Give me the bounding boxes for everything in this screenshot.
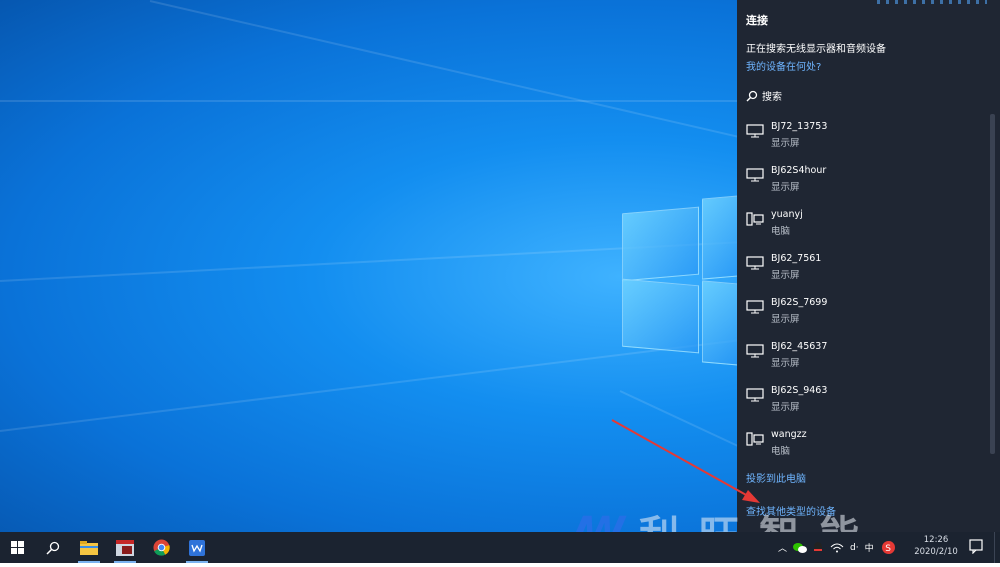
device-item[interactable]: BJ62S4hour 显示屏 bbox=[737, 160, 1000, 204]
monitor-icon bbox=[746, 256, 764, 270]
device-name: BJ62S_9463 bbox=[771, 385, 828, 396]
sogou-input-icon[interactable]: S bbox=[881, 541, 895, 554]
show-desktop-button[interactable] bbox=[994, 532, 999, 563]
device-item[interactable]: BJ62S_9463 显示屏 bbox=[737, 380, 1000, 424]
monitor-icon bbox=[746, 344, 764, 358]
connect-panel: 连接 正在搜索无线显示器和音频设备 我的设备在何处? 搜索 BJ72_13753… bbox=[737, 0, 1000, 532]
monitor-icon bbox=[746, 124, 764, 138]
wallpaper-light-beam bbox=[149, 0, 833, 160]
windows-logo-pane bbox=[622, 206, 699, 282]
start-button[interactable] bbox=[0, 532, 34, 563]
device-list: BJ72_13753 显示屏 BJ62S4hour 显示屏 yuanyj 电脑 … bbox=[737, 116, 1000, 468]
panel-title: 连接 bbox=[746, 14, 768, 27]
qq-icon[interactable] bbox=[812, 541, 824, 554]
svg-text:S: S bbox=[885, 544, 891, 554]
taskbar-clock[interactable]: 12:26 2020/2/10 bbox=[906, 534, 966, 558]
monitor-icon bbox=[746, 300, 764, 314]
document-app-icon bbox=[189, 539, 205, 556]
device-item[interactable]: wangzz 电脑 bbox=[737, 424, 1000, 468]
device-item[interactable]: BJ62_45637 显示屏 bbox=[737, 336, 1000, 380]
search-icon bbox=[746, 90, 758, 101]
taskbar-wps[interactable] bbox=[180, 532, 214, 563]
system-tray: ︿ d· 中 S bbox=[778, 532, 895, 563]
computer-icon bbox=[746, 212, 764, 226]
device-type: 电脑 bbox=[771, 226, 791, 237]
search-status-text: 正在搜索无线显示器和音频设备 bbox=[746, 44, 886, 55]
device-name: BJ62S_7699 bbox=[771, 297, 828, 308]
device-type: 显示屏 bbox=[771, 270, 800, 281]
device-item[interactable]: BJ72_13753 显示屏 bbox=[737, 116, 1000, 160]
device-type: 电脑 bbox=[771, 446, 791, 457]
device-type: 显示屏 bbox=[771, 314, 800, 325]
search-icon bbox=[46, 541, 60, 555]
chrome-icon bbox=[152, 539, 170, 556]
wallpaper-light-beam bbox=[0, 100, 760, 102]
device-name: BJ62_7561 bbox=[771, 253, 822, 264]
search-label: 搜索 bbox=[762, 92, 782, 103]
taskbar: ︿ d· 中 S 12:26 2020/2/10 bbox=[0, 532, 1000, 563]
device-name: yuanyj bbox=[771, 209, 803, 220]
windows-logo-pane bbox=[622, 278, 699, 354]
action-center-icon[interactable] bbox=[968, 538, 984, 554]
taskbar-file-explorer[interactable] bbox=[72, 532, 106, 563]
wifi-icon[interactable] bbox=[830, 543, 844, 553]
chevron-up-icon[interactable]: ︿ bbox=[778, 541, 787, 554]
device-item[interactable]: BJ62S_7699 显示屏 bbox=[737, 292, 1000, 336]
device-type: 显示屏 bbox=[771, 358, 800, 369]
windows-logo-pane bbox=[702, 280, 739, 366]
taskbar-search-button[interactable] bbox=[36, 532, 70, 563]
clock-date: 2020/2/10 bbox=[914, 547, 958, 557]
device-item[interactable]: BJ62_7561 显示屏 bbox=[737, 248, 1000, 292]
computer-icon bbox=[746, 432, 764, 446]
taskbar-chrome[interactable] bbox=[144, 532, 178, 563]
app-window-icon bbox=[116, 539, 134, 556]
wechat-icon[interactable] bbox=[793, 542, 808, 554]
project-to-this-pc-link[interactable]: 投影到此电脑 bbox=[746, 470, 806, 485]
volume-indicator[interactable]: d· bbox=[850, 543, 859, 553]
monitor-icon bbox=[746, 388, 764, 402]
windows-logo-pane bbox=[702, 195, 739, 280]
search-devices-row[interactable]: 搜索 bbox=[746, 88, 782, 103]
windows-start-icon bbox=[10, 541, 24, 554]
device-name: BJ62S4hour bbox=[771, 165, 827, 176]
device-type: 显示屏 bbox=[771, 138, 800, 149]
folder-icon bbox=[80, 540, 98, 555]
device-type: 显示屏 bbox=[771, 182, 800, 193]
device-name: BJ62_45637 bbox=[771, 341, 828, 352]
ime-indicator[interactable]: 中 bbox=[865, 541, 874, 554]
device-name: wangzz bbox=[771, 429, 807, 440]
clock-time: 12:26 bbox=[923, 535, 949, 545]
where-are-my-devices-link[interactable]: 我的设备在何处? bbox=[746, 58, 821, 73]
panel-progress-dots bbox=[877, 0, 987, 4]
monitor-icon bbox=[746, 168, 764, 182]
device-name: BJ72_13753 bbox=[771, 121, 828, 132]
device-item[interactable]: yuanyj 电脑 bbox=[737, 204, 1000, 248]
device-type: 显示屏 bbox=[771, 402, 800, 413]
taskbar-app[interactable] bbox=[108, 532, 142, 563]
